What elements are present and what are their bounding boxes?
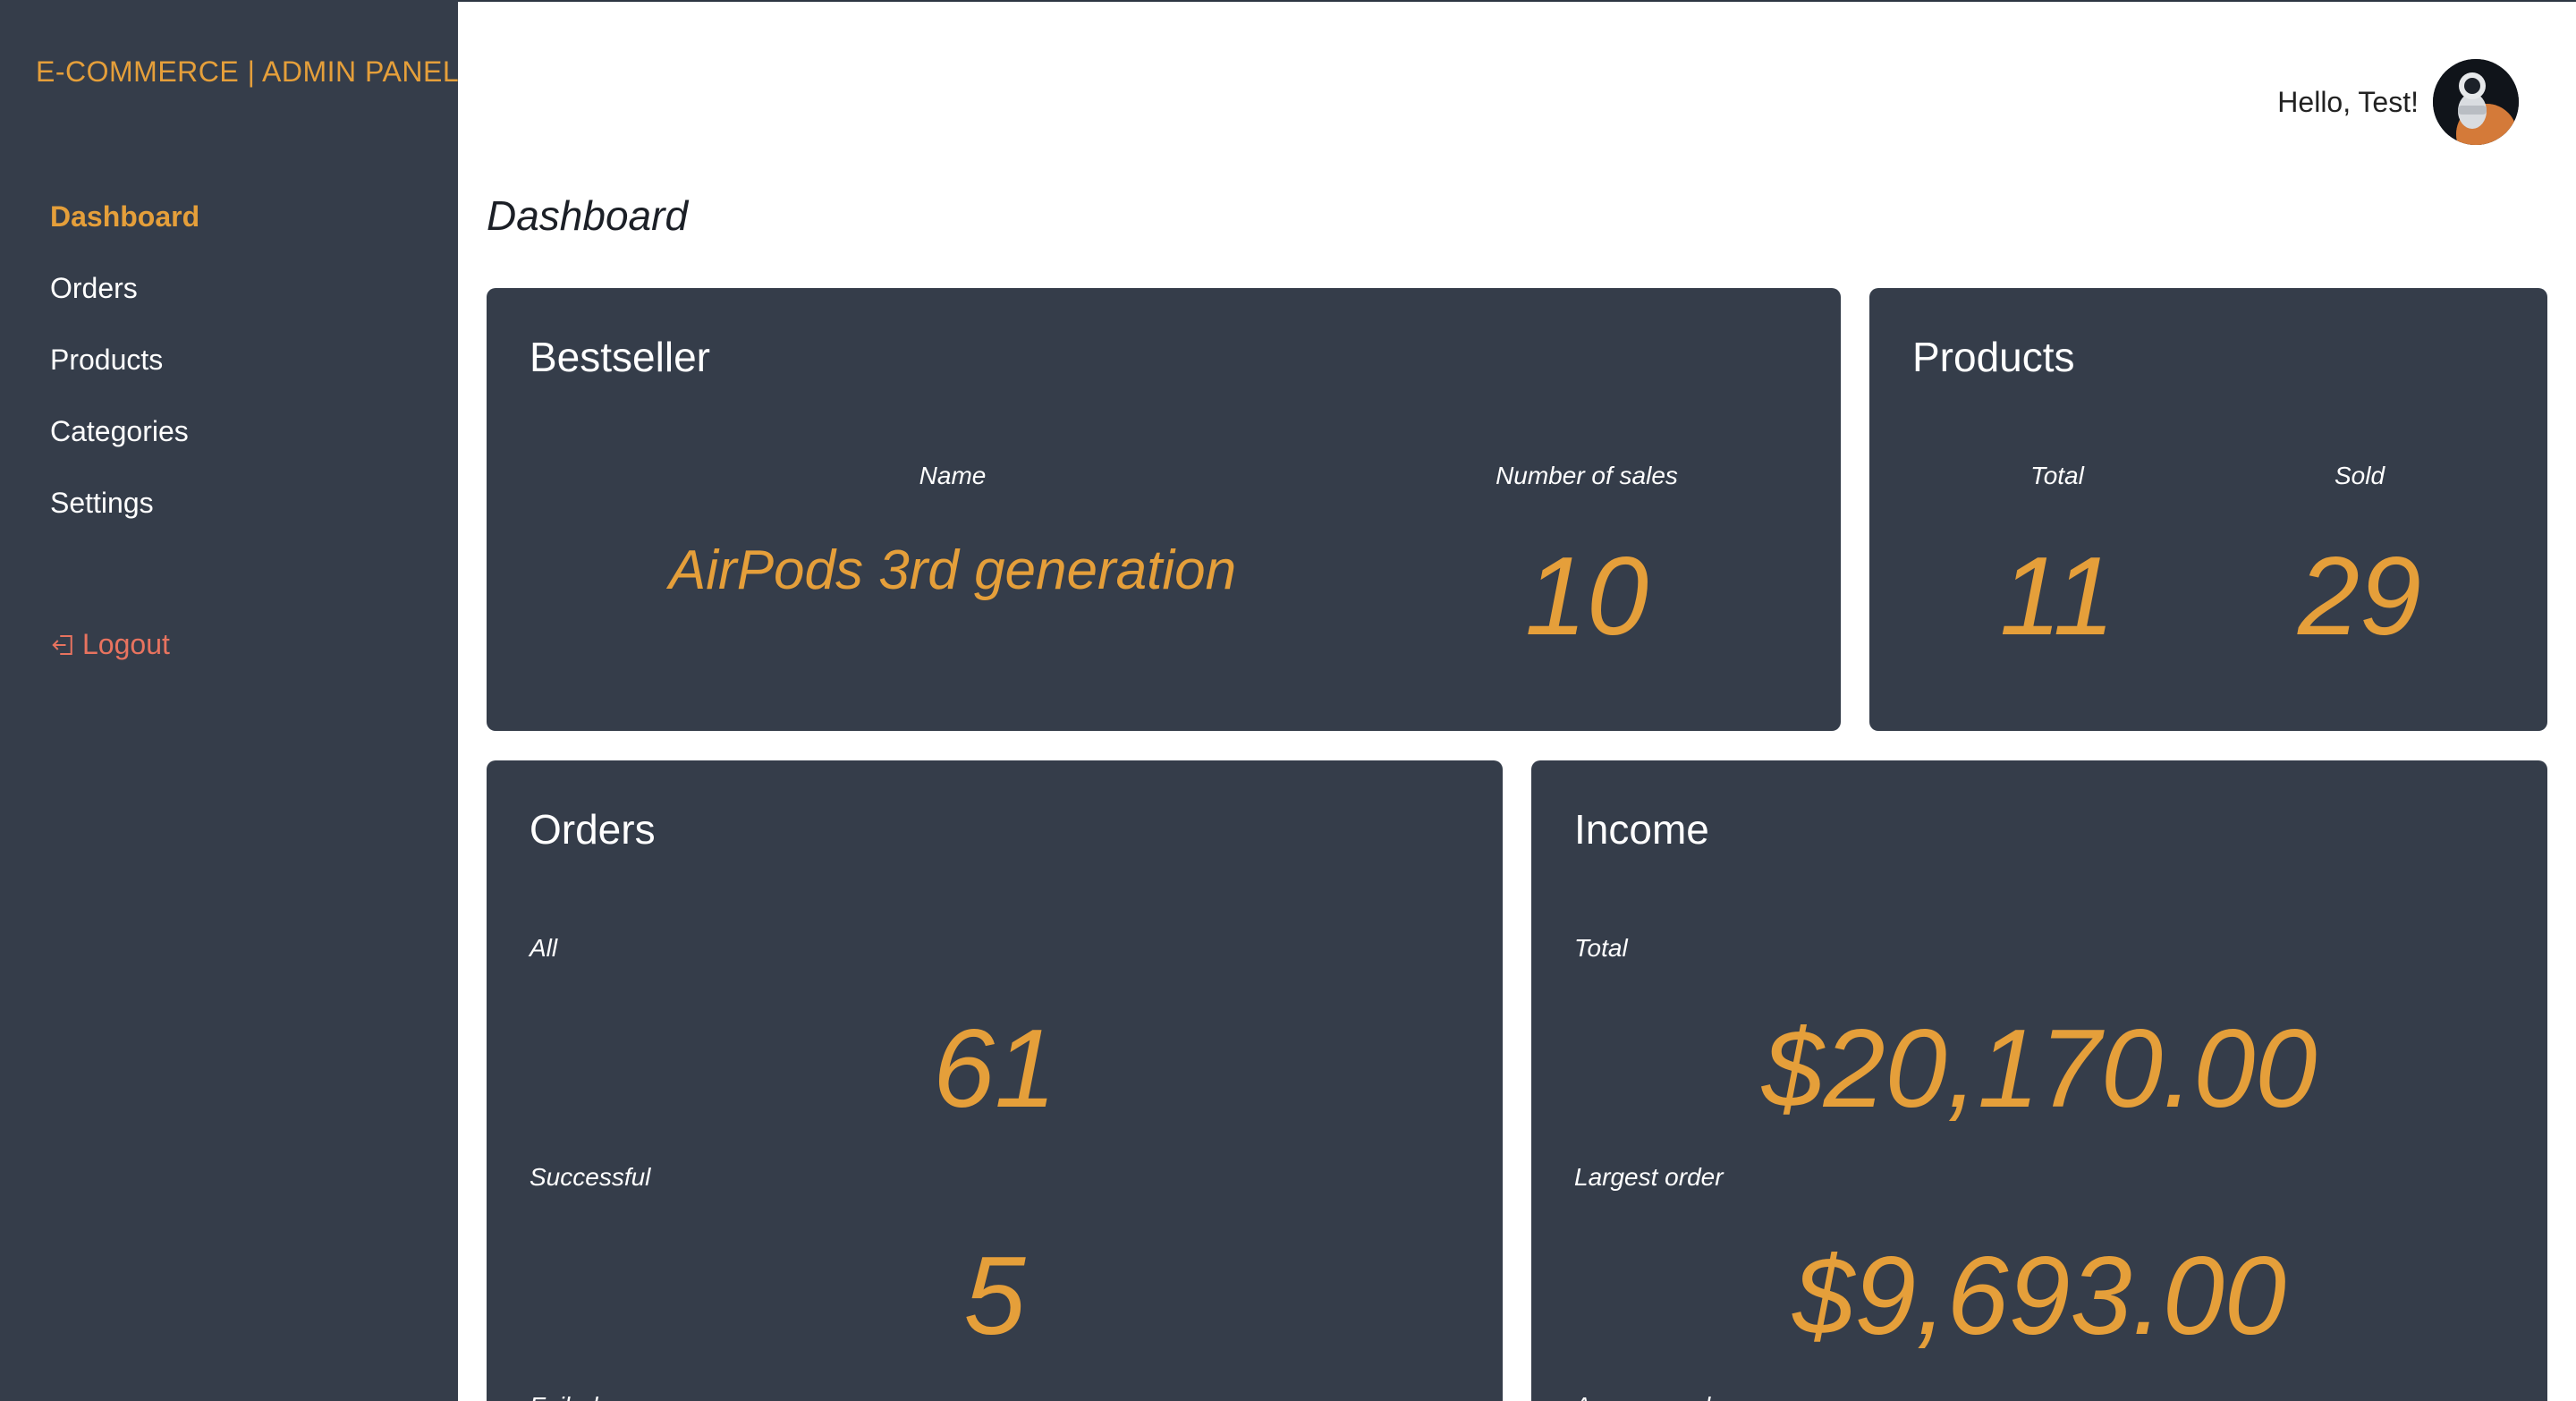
bestseller-sales-label: Number of sales bbox=[1496, 462, 1678, 489]
products-sold-value: 29 bbox=[2298, 535, 2421, 658]
sidebar-item-orders[interactable]: Orders bbox=[50, 270, 199, 342]
page-title: Dashboard bbox=[487, 192, 689, 239]
logout-label: Logout bbox=[82, 628, 170, 660]
orders-card: Orders All 61 Successful 5 Failed bbox=[487, 760, 1503, 1401]
income-title: Income bbox=[1574, 806, 1709, 853]
sidebar-item-products[interactable]: Products bbox=[50, 342, 199, 413]
products-total-label: Total bbox=[2030, 462, 2084, 489]
bestseller-card: Bestseller Name Number of sales AirPods … bbox=[487, 288, 1841, 731]
products-total-value: 11 bbox=[1999, 535, 2115, 658]
brand-title: E-COMMERCE | ADMIN PANEL bbox=[36, 55, 460, 88]
bestseller-sales-value: 10 bbox=[1525, 535, 1648, 658]
income-total-label: Total bbox=[1574, 934, 1628, 962]
sidebar-item-settings[interactable]: Settings bbox=[50, 485, 199, 556]
products-title: Products bbox=[1912, 334, 2075, 380]
income-total-value: $20,170.00 bbox=[1761, 1007, 2318, 1131]
orders-all-label: All bbox=[530, 934, 558, 962]
logout-icon bbox=[52, 634, 72, 655]
income-average-label: Average order bbox=[1574, 1392, 1733, 1401]
bestseller-name-label: Name bbox=[919, 462, 987, 489]
bestseller-title: Bestseller bbox=[530, 334, 710, 380]
top-border bbox=[458, 0, 2576, 2]
astronaut-avatar-icon bbox=[2433, 59, 2519, 145]
orders-successful-label: Successful bbox=[530, 1163, 651, 1191]
income-largest-label: Largest order bbox=[1574, 1163, 1724, 1191]
orders-failed-label: Failed bbox=[530, 1392, 597, 1401]
income-card: Income Total $20,170.00 Largest order $9… bbox=[1531, 760, 2547, 1401]
sidebar-item-dashboard[interactable]: Dashboard bbox=[50, 199, 199, 270]
sidebar-nav: Dashboard Orders Products Categories Set… bbox=[50, 199, 199, 556]
bestseller-name-value: AirPods 3rd generation bbox=[668, 539, 1237, 601]
orders-successful-value: 5 bbox=[963, 1235, 1026, 1358]
income-largest-value: $9,693.00 bbox=[1792, 1235, 2286, 1358]
orders-title: Orders bbox=[530, 806, 656, 853]
products-card: Products Total Sold 11 29 bbox=[1869, 288, 2547, 731]
sidebar: E-COMMERCE | ADMIN PANEL Dashboard Order… bbox=[0, 0, 460, 1401]
user-avatar[interactable] bbox=[2433, 59, 2519, 145]
greeting-text: Hello, Test! bbox=[2277, 86, 2419, 118]
logout-button[interactable]: Logout bbox=[50, 628, 170, 661]
products-sold-label: Sold bbox=[2334, 462, 2385, 489]
orders-all-value: 61 bbox=[933, 1007, 1056, 1131]
sidebar-item-categories[interactable]: Categories bbox=[50, 413, 199, 485]
